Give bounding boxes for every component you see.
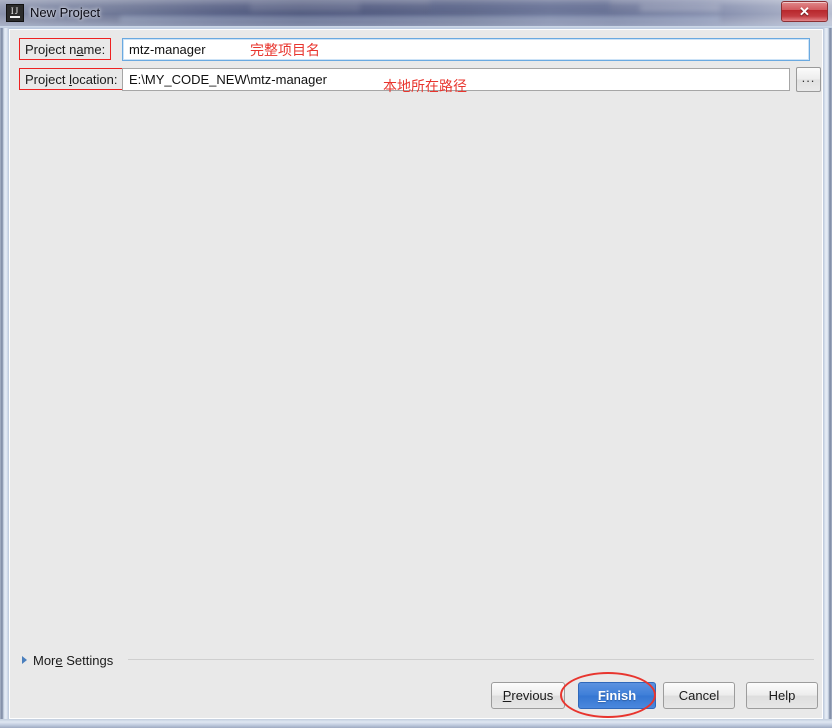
label-text-part: revious [511, 688, 554, 703]
label-text-part: Help [768, 688, 796, 703]
window-frame-left [0, 28, 9, 719]
window-frame-bottom [0, 719, 832, 728]
label-text-part: Settings [62, 652, 114, 668]
project-name-row: Project name: mtz-manager [10, 36, 824, 66]
glass-blur-streak [120, 16, 720, 22]
browse-folder-button[interactable]: ... [796, 67, 821, 92]
label-text-part: ocation: [71, 72, 118, 87]
section-divider [128, 659, 814, 660]
label-text-part: inish [605, 688, 637, 703]
new-project-dialog: IJ New Project ✕ Project name: mtz-manag… [0, 0, 832, 728]
label-text-part: Mor [33, 652, 56, 668]
glass-blur-streak [250, 2, 360, 12]
dialog-content: Project name: mtz-manager Project locati… [9, 29, 823, 719]
window-title: New Project [30, 5, 101, 20]
ellipsis-icon: ... [801, 70, 816, 85]
more-settings-label: More Settings [33, 653, 113, 668]
project-name-label: Project name: [19, 38, 112, 60]
project-name-input[interactable]: mtz-manager [122, 38, 810, 61]
annotation-project-location: 本地所在路径 [383, 79, 467, 95]
intellij-idea-icon: IJ [6, 4, 24, 22]
annotation-project-name: 完整项目名 [250, 43, 320, 59]
close-button[interactable]: ✕ [781, 1, 828, 22]
close-icon: ✕ [799, 4, 810, 19]
chevron-right-icon [22, 656, 27, 664]
glass-blur-streak [640, 4, 720, 12]
label-text-part: Cancel [678, 688, 720, 703]
window-frame-right [823, 28, 832, 719]
title-bar[interactable]: IJ New Project ✕ [0, 0, 832, 28]
label-text-part: Project n [25, 42, 77, 57]
previous-button[interactable]: Previous [491, 682, 565, 709]
finish-button[interactable]: Finish [578, 682, 656, 709]
glass-blur-streak [430, 0, 610, 14]
label-mnemonic: e [55, 652, 63, 668]
cancel-button[interactable]: Cancel [663, 682, 735, 709]
help-button[interactable]: Help [746, 682, 818, 709]
label-mnemonic: a [76, 42, 84, 57]
label-text-part: Project [25, 72, 70, 87]
label-text-part: me: [83, 42, 106, 57]
app-icon-glyph: IJ [10, 6, 20, 16]
app-icon-underline [10, 16, 20, 18]
more-settings-toggle[interactable]: More Settings [22, 651, 113, 669]
label-mnemonic: F [597, 688, 606, 703]
project-location-label: Project location: [19, 68, 124, 90]
